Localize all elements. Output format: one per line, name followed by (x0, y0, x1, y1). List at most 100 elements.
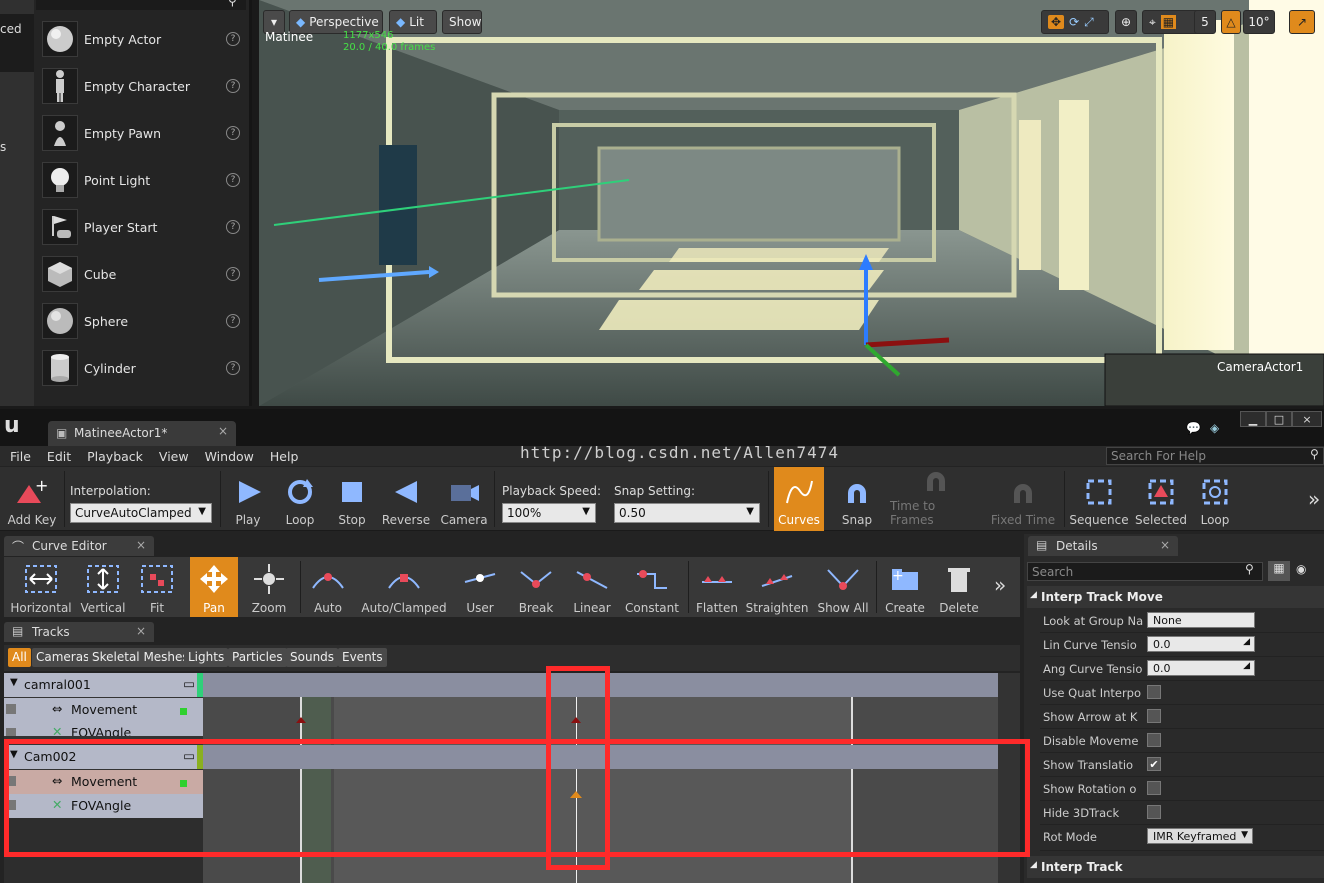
filter-sounds[interactable]: Sounds (286, 648, 339, 667)
filter-skeletal-meshes[interactable]: Skeletal Meshes (88, 648, 193, 667)
scale-icon[interactable]: ⤢ (1084, 15, 1094, 30)
rotation-snap-value[interactable]: 10° (1243, 10, 1275, 34)
place-item-player-start[interactable]: Player Start ? (38, 205, 248, 249)
create-preset-button[interactable]: + Create (880, 557, 930, 617)
sequence-button[interactable]: Sequence (1069, 467, 1129, 531)
eye-icon[interactable]: ◉ (1296, 562, 1306, 576)
category-tab-basic[interactable]: s (0, 140, 6, 154)
play-button[interactable]: Play (226, 467, 270, 531)
grid-icon[interactable]: ▦ (1160, 15, 1177, 29)
menu-window[interactable]: Window (205, 449, 254, 464)
flatten-button[interactable]: Flatten (692, 557, 742, 617)
playback-speed-dropdown[interactable]: 100% ▼ (502, 503, 596, 523)
close-tab-icon[interactable]: × (218, 424, 228, 438)
toolbar-overflow-icon[interactable]: » (1308, 487, 1320, 511)
constant-tangent-button[interactable]: Constant (624, 557, 680, 617)
property-checkbox[interactable] (1147, 685, 1161, 699)
property-value-input[interactable]: 0.0 ◢ (1147, 660, 1255, 676)
reverse-button[interactable]: Reverse (380, 467, 432, 531)
grid-snap-value[interactable]: 5 (1194, 10, 1216, 34)
zoom-button[interactable]: Zoom (244, 557, 294, 617)
show-button[interactable]: Show (442, 10, 482, 34)
menu-edit[interactable]: Edit (47, 449, 71, 464)
place-item-point-light[interactable]: Point Light ? (38, 158, 248, 202)
fit-button[interactable]: Fit (132, 557, 182, 617)
property-checkbox-checked[interactable]: ✔ (1147, 757, 1161, 771)
place-item-empty-character[interactable]: Empty Character ? (38, 64, 248, 108)
surface-snap-icon[interactable]: ⌖ (1149, 15, 1156, 30)
auto-clamped-tangent-button[interactable]: Auto/Clamped (360, 557, 448, 617)
scale-snap-icon[interactable]: ↗ (1289, 10, 1315, 34)
tracks-tab[interactable]: ▤ Tracks × (4, 622, 154, 642)
time-to-frames-button[interactable]: Time to Frames (890, 467, 982, 531)
interpolation-dropdown[interactable]: CurveAutoClamped ▼ (70, 503, 212, 523)
close-window-button[interactable]: × (1292, 411, 1322, 427)
property-checkbox[interactable] (1147, 781, 1161, 795)
transform-tools[interactable]: ✥ ⟳ ⤢ (1041, 10, 1109, 34)
place-item-empty-pawn[interactable]: Empty Pawn ? (38, 111, 248, 155)
search-icon[interactable]: ⚲ (1245, 562, 1254, 576)
section-interp-track[interactable]: ◢ Interp Track (1027, 856, 1324, 878)
track-row-selected[interactable]: ⇔ Movement (4, 770, 203, 794)
expand-triangle-icon[interactable]: ▼ (10, 749, 18, 760)
world-local-icon[interactable]: ⊕ (1115, 10, 1137, 34)
place-item-cylinder[interactable]: Cylinder ? (38, 346, 248, 390)
content-icon[interactable]: ◈ (1210, 421, 1219, 435)
auto-tangent-button[interactable]: Auto (304, 557, 352, 617)
curves-toggle-button[interactable]: Curves (774, 467, 824, 531)
help-icon[interactable]: ? (226, 361, 240, 375)
break-tangent-button[interactable]: Break (512, 557, 560, 617)
track-view[interactable]: ▼ camral001 ▭ ⇔ Movement ✕ FOVAngle ▼ Cam00… (4, 673, 1020, 883)
track-checkbox[interactable] (6, 800, 16, 810)
lit-button[interactable]: ◆ Lit (389, 10, 437, 34)
close-tab-icon[interactable]: × (136, 624, 146, 638)
help-icon[interactable]: ? (226, 79, 240, 93)
camera-button[interactable]: Camera (438, 467, 490, 531)
menu-playback[interactable]: Playback (87, 449, 143, 464)
place-item-sphere[interactable]: Sphere ? (38, 299, 248, 343)
help-icon[interactable]: ? (226, 173, 240, 187)
track-row[interactable]: ✕ FOVAngle (4, 722, 203, 736)
folder-icon[interactable]: ▭ (183, 748, 195, 763)
fixed-time-button[interactable]: Fixed Time (990, 467, 1056, 531)
move-icon[interactable]: ✥ (1048, 15, 1065, 29)
place-item-empty-actor[interactable]: Empty Actor ? (38, 17, 248, 61)
stop-button[interactable]: Stop (330, 467, 374, 531)
menu-view[interactable]: View (159, 449, 189, 464)
horizontal-button[interactable]: Horizontal (8, 557, 74, 617)
selected-button[interactable]: Selected (1134, 467, 1188, 531)
filter-cameras[interactable]: Cameras (32, 648, 94, 667)
keyframe-marker[interactable] (571, 717, 581, 723)
help-icon[interactable]: ? (226, 267, 240, 281)
property-checkbox[interactable] (1147, 709, 1161, 723)
add-key-button[interactable]: + Add Key (4, 467, 60, 531)
help-icon[interactable]: ? (226, 32, 240, 46)
track-row[interactable]: ✕ FOVAngle (4, 794, 203, 818)
loop-button[interactable]: Loop (278, 467, 322, 531)
place-item-cube[interactable]: Cube ? (38, 252, 248, 296)
feedback-icon[interactable]: 💬 (1186, 421, 1201, 435)
help-icon[interactable]: ? (226, 220, 240, 234)
menu-help[interactable]: Help (270, 449, 299, 464)
rot-mode-dropdown[interactable]: IMR Keyframed ▼ (1147, 828, 1253, 844)
help-search-input[interactable]: Search For Help (1106, 447, 1324, 465)
track-row[interactable]: ⇔ Movement (4, 698, 203, 722)
document-tab[interactable]: ▣ MatineeActor1* × (48, 421, 236, 446)
keyframe-marker-selected[interactable] (570, 791, 582, 798)
filter-all[interactable]: All (8, 648, 31, 667)
property-value-input[interactable]: None (1147, 612, 1255, 628)
vertical-button[interactable]: Vertical (78, 557, 128, 617)
track-checkbox[interactable] (6, 728, 16, 736)
maximize-button[interactable]: □ (1266, 411, 1292, 427)
search-icon[interactable]: ⚲ (228, 0, 237, 8)
track-checkbox[interactable] (6, 776, 16, 786)
minimize-button[interactable]: ▁ (1240, 411, 1266, 427)
close-tab-icon[interactable]: × (1160, 538, 1170, 552)
group-row[interactable]: ▼ camral001 ▭ (4, 673, 998, 697)
curve-toolbar-overflow-icon[interactable]: » (994, 573, 1006, 597)
property-value-input[interactable]: 0.0 ◢ (1147, 636, 1255, 652)
details-tab[interactable]: ▤ Details × (1028, 536, 1178, 556)
snap-button[interactable]: Snap (834, 467, 880, 531)
group-row[interactable]: ▼ Cam002 ▭ (4, 745, 998, 769)
folder-icon[interactable]: ▭ (183, 676, 195, 691)
